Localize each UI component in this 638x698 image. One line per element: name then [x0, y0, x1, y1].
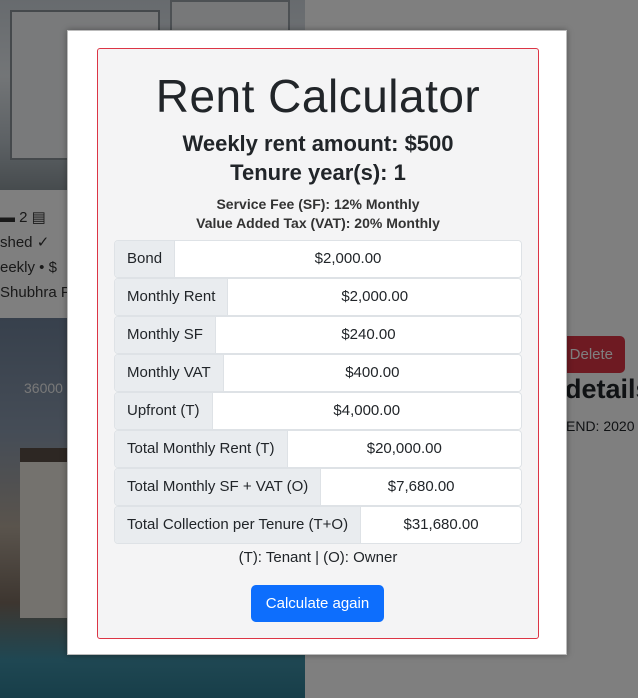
row-value: $240.00 [215, 317, 521, 353]
tenant-owner-legend: (T): Tenant | (O): Owner [238, 549, 398, 566]
tenure-line: Tenure year(s): 1 [230, 160, 406, 185]
row-label: Monthly Rent [115, 279, 229, 315]
row-label: Monthly VAT [115, 355, 224, 391]
row-label: Upfront (T) [115, 393, 213, 429]
result-row-upfront: Upfront (T) $4,000.00 [114, 392, 522, 430]
row-value: $2,000.00 [228, 279, 521, 315]
row-value: $31,680.00 [361, 507, 521, 543]
result-row-total-sf-vat: Total Monthly SF + VAT (O) $7,680.00 [114, 468, 522, 506]
row-label: Total Collection per Tenure (T+O) [115, 507, 362, 543]
row-label: Total Monthly Rent (T) [115, 431, 288, 467]
vat-line: Value Added Tax (VAT): 20% Monthly [196, 215, 440, 231]
result-rows: Bond $2,000.00 Monthly Rent $2,000.00 Mo… [114, 240, 522, 544]
row-value: $4,000.00 [212, 393, 521, 429]
calculate-again-button[interactable]: Calculate again [251, 585, 384, 622]
row-label: Total Monthly SF + VAT (O) [115, 469, 322, 505]
service-fee-line: Service Fee (SF): 12% Monthly [216, 196, 420, 212]
row-label: Monthly SF [115, 317, 216, 353]
rent-calculator-modal: Rent Calculator Weekly rent amount: $500… [67, 30, 567, 655]
result-row-monthly-vat: Monthly VAT $400.00 [114, 354, 522, 392]
result-row-total-monthly-rent: Total Monthly Rent (T) $20,000.00 [114, 430, 522, 468]
row-value: $20,000.00 [287, 431, 521, 467]
row-value: $2,000.00 [175, 241, 521, 277]
weekly-rent-line: Weekly rent amount: $500 [182, 131, 454, 156]
result-row-bond: Bond $2,000.00 [114, 240, 522, 278]
result-row-monthly-rent: Monthly Rent $2,000.00 [114, 278, 522, 316]
row-value: $400.00 [223, 355, 521, 391]
row-value: $7,680.00 [321, 469, 521, 505]
calculator-card: Rent Calculator Weekly rent amount: $500… [97, 48, 539, 639]
row-label: Bond [115, 241, 176, 277]
result-row-monthly-sf: Monthly SF $240.00 [114, 316, 522, 354]
result-row-total-collection: Total Collection per Tenure (T+O) $31,68… [114, 506, 522, 544]
modal-title: Rent Calculator [155, 70, 481, 122]
